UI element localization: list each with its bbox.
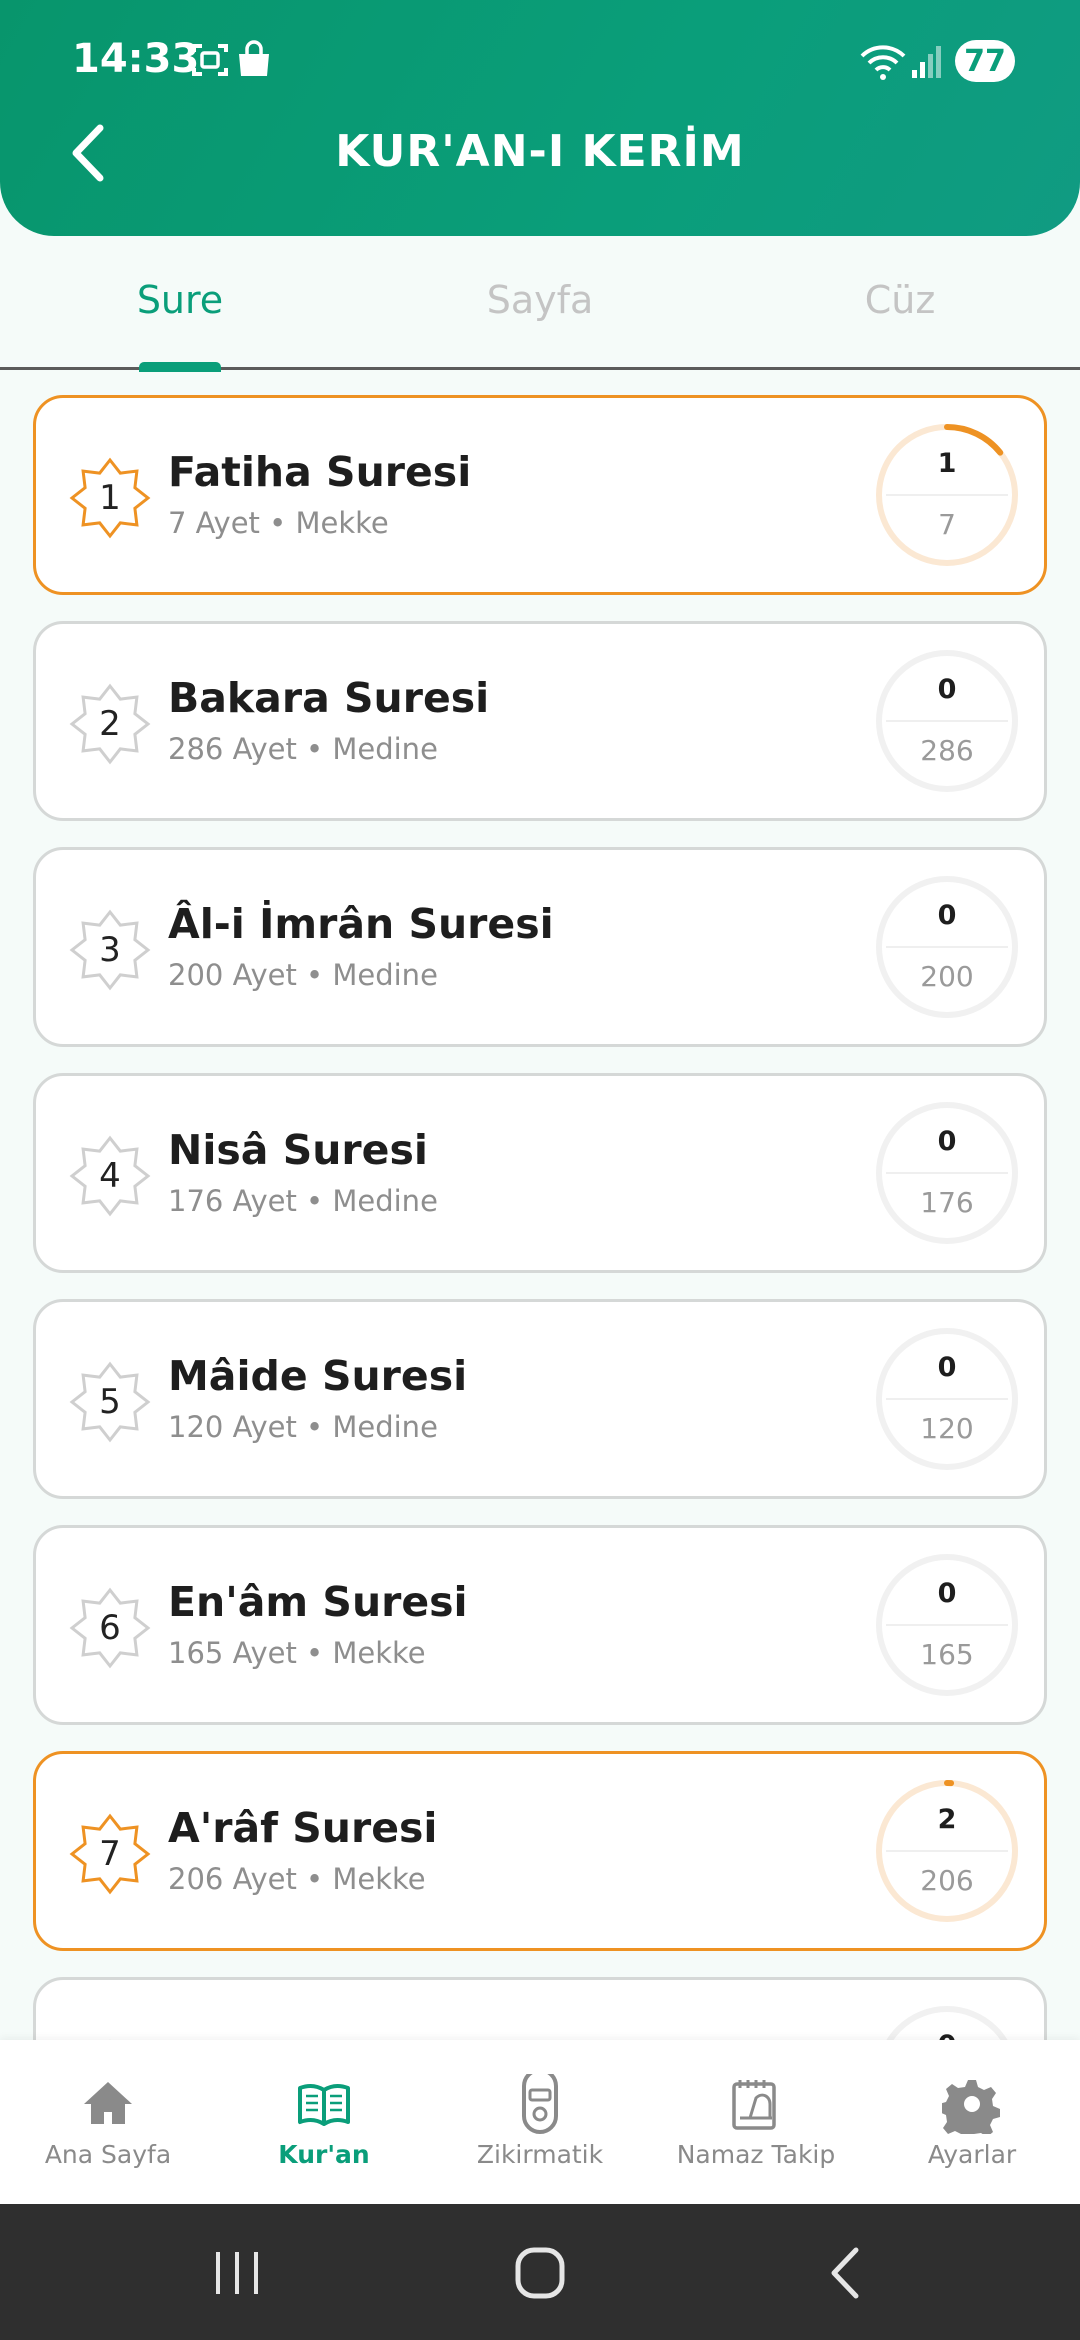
ayet-total-count: 286 [920,734,974,767]
progress-divider [886,1398,1008,1400]
surah-name: Nisâ Suresi [168,1126,428,1174]
surah-meta: 206 Ayet • Mekke [168,1862,426,1896]
ayet-total-count: 165 [920,1638,974,1671]
progress-divider [886,494,1008,496]
status-bar: 14:33 77 [0,30,1080,94]
surah-card[interactable]: 6 En'âm Suresi 165 Ayet • Mekke 0 165 [33,1525,1047,1725]
surah-meta: 286 Ayet • Medine [168,732,438,766]
nav-item-kuran[interactable]: Kur'an [216,2040,432,2204]
prayer-tracker-icon [732,2080,776,2130]
battery-indicator: 77 [955,40,1015,82]
surah-name: En'âm Suresi [168,1578,468,1626]
nav-label: Ayarlar [927,2140,1017,2169]
tab-sayfa[interactable]: Sayfa [390,278,690,322]
signal-icon [912,46,941,78]
progress-divider [886,1172,1008,1174]
back-nav-icon[interactable] [826,2246,866,2300]
page-title: KUR'AN-I KERİM [335,126,745,177]
nav-label: Ana Sayfa [44,2140,172,2169]
gear-icon [942,2080,1000,2134]
system-navigation-bar [0,2204,1080,2340]
surah-card[interactable]: 7 A'râf Suresi 206 Ayet • Mekke 2 206 [33,1751,1047,1951]
surah-list[interactable]: 1 Fatiha Suresi 7 Ayet • Mekke 1 7 2 Bakara Su… [0,373,1080,2040]
tab-cuz[interactable]: Cüz [750,278,1050,322]
surah-number: 5 [99,1382,121,1422]
status-time: 14:33 [72,36,200,82]
surah-number: 2 [99,704,121,744]
nav-item-ayarlar[interactable]: Ayarlar [864,2040,1080,2204]
nav-item-ana-sayfa[interactable]: Ana Sayfa [0,2040,216,2204]
tab-bar: Sure Sayfa Cüz [0,236,1080,370]
active-tab-indicator [139,362,221,372]
counter-icon [522,2074,558,2134]
surah-card[interactable]: 5 Mâide Suresi 120 Ayet • Medine 0 120 [33,1299,1047,1499]
ayet-read-count: 0 [937,900,957,931]
nav-item-namaz-takip[interactable]: Namaz Takip [648,2040,864,2204]
ayet-read-count: 2 [937,1804,957,1835]
progress-divider [886,720,1008,722]
surah-name: A'râf Suresi [168,1804,438,1852]
surah-number: 1 [99,478,121,518]
surah-name: Bakara Suresi [168,674,490,722]
surah-meta: 7 Ayet • Mekke [168,506,389,540]
surah-name: Mâide Suresi [168,1352,468,1400]
surah-number: 3 [99,930,121,970]
surah-number: 4 [99,1156,121,1196]
ayet-read-count: 0 [874,2030,1020,2040]
recent-apps-icon[interactable] [210,2248,264,2298]
ayet-total-count: 176 [920,1186,974,1219]
ayet-read-count: 0 [937,1126,957,1157]
quran-book-icon [298,2083,350,2126]
ayet-read-count: 0 [937,674,957,705]
shopping-bag-icon [239,40,269,76]
screenshot-icon [192,44,228,76]
bottom-navigation: Ana Sayfa Kur'an Zikirmatik Namaz Takip [0,2040,1080,2204]
ayet-total-count: 206 [920,1864,974,1897]
progress-divider [886,1624,1008,1626]
surah-meta: 200 Ayet • Medine [168,958,438,992]
surah-meta: 165 Ayet • Mekke [168,1636,426,1670]
wifi-icon [860,45,906,80]
surah-card[interactable]: 3 Âl-i İmrân Suresi 200 Ayet • Medine 0 200 [33,847,1047,1047]
ayet-read-count: 0 [937,1352,957,1383]
home-icon [84,2082,132,2124]
nav-label: Kur'an [278,2140,370,2169]
ayet-total-count: 7 [938,508,956,541]
surah-name: Fatiha Suresi [168,448,472,496]
surah-name: Âl-i İmrân Suresi [168,900,554,948]
ayet-read-count: 1 [937,448,957,479]
surah-card[interactable]: 4 Nisâ Suresi 176 Ayet • Medine 0 176 [33,1073,1047,1273]
surah-meta: 176 Ayet • Medine [168,1184,438,1218]
tab-sure[interactable]: Sure [30,278,330,322]
surah-number: 6 [99,1608,121,1648]
nav-label: Zikirmatik [476,2140,604,2169]
app-header: 14:33 77 KUR'AN-I KERİM [0,0,1080,236]
surah-meta: 120 Ayet • Medine [168,1410,438,1444]
ayet-read-count: 0 [937,1578,957,1609]
surah-card[interactable]: 2 Bakara Suresi 286 Ayet • Medine 0 286 [33,621,1047,821]
ayet-total-count: 120 [920,1412,974,1445]
surah-card[interactable]: 1 Fatiha Suresi 7 Ayet • Mekke 1 7 [33,395,1047,595]
home-button-icon[interactable] [514,2246,566,2300]
progress-divider [886,946,1008,948]
progress-divider [886,1850,1008,1852]
ayet-total-count: 200 [920,960,974,993]
nav-label: Namaz Takip [676,2140,836,2169]
surah-card[interactable]: 0 [33,1977,1047,2040]
nav-item-zikirmatik[interactable]: Zikirmatik [432,2040,648,2204]
surah-number: 7 [99,1834,121,1874]
